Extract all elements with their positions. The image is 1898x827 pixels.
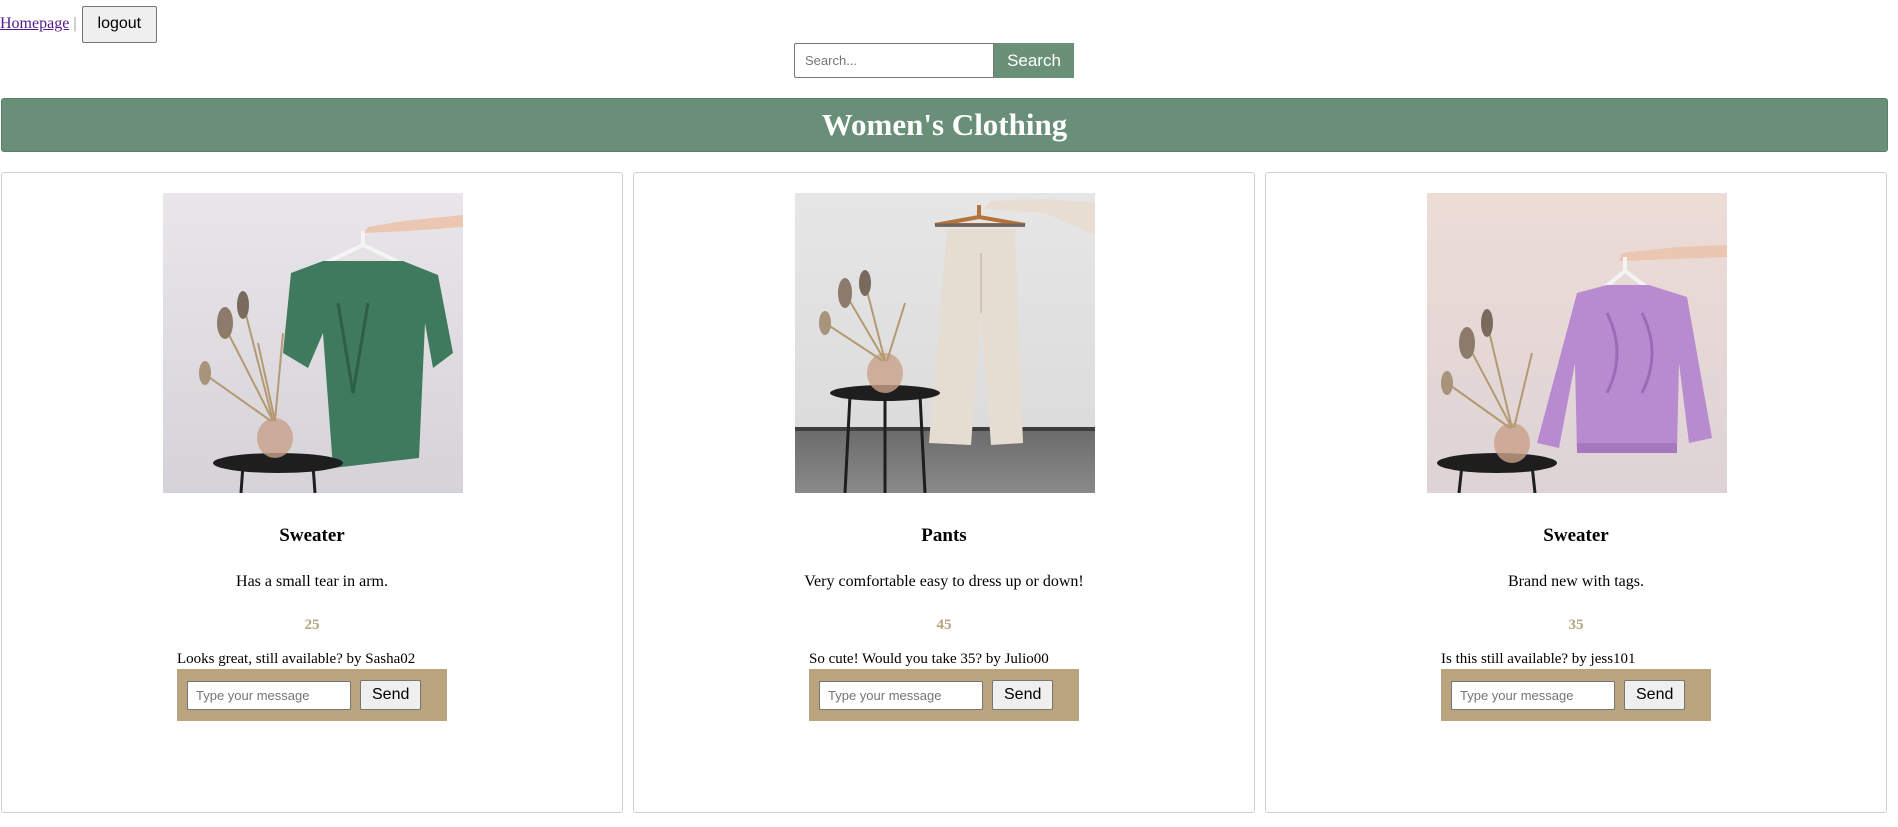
green-sweater-photo[interactable] <box>163 193 463 493</box>
search-bar: Search <box>794 43 1074 78</box>
comment-text: So cute! Would you take 35? by Julio00 <box>809 651 1049 667</box>
cream-pants-photo[interactable] <box>795 193 1095 493</box>
message-input[interactable] <box>187 680 351 710</box>
product-description: Very comfortable easy to dress up or dow… <box>804 573 1084 590</box>
lilac-sweater-photo[interactable] <box>1427 193 1727 493</box>
page-title: Women's Clothing <box>821 107 1068 142</box>
homepage-link[interactable]: Homepage <box>0 15 69 33</box>
product-price: 25 <box>304 617 320 633</box>
product-name: Pants <box>921 525 967 546</box>
product-price: 45 <box>936 617 952 633</box>
product-name: Sweater <box>1543 525 1609 546</box>
comment-text: Looks great, still available? by Sasha02 <box>177 651 416 667</box>
message-form: Send <box>809 669 1079 721</box>
product-name: Sweater <box>279 525 345 546</box>
product-description: Has a small tear in arm. <box>236 573 388 590</box>
search-input[interactable] <box>794 43 994 78</box>
product-description: Brand new with tags. <box>1508 573 1644 590</box>
comment-text: Is this still available? by jess101 <box>1441 651 1636 667</box>
send-button[interactable]: Send <box>992 680 1054 710</box>
message-form: Send <box>1441 669 1711 721</box>
product-price: 35 <box>1568 617 1584 633</box>
top-nav: Homepage | logout <box>0 5 158 43</box>
product-grid: Sweater Has a small tear in arm. 25 Look… <box>1 172 1887 813</box>
send-button[interactable]: Send <box>360 680 422 710</box>
category-banner: Women's Clothing <box>1 98 1888 152</box>
logout-button[interactable]: logout <box>81 5 158 43</box>
message-input[interactable] <box>819 680 983 710</box>
send-button[interactable]: Send <box>1624 680 1686 710</box>
message-input[interactable] <box>1451 680 1615 710</box>
product-card: Sweater Brand new with tags. 35 Is this … <box>1265 172 1887 813</box>
search-button[interactable]: Search <box>994 43 1074 78</box>
product-card: Sweater Has a small tear in arm. 25 Look… <box>1 172 623 813</box>
product-card: Pants Very comfortable easy to dress up … <box>633 172 1255 813</box>
message-form: Send <box>177 669 447 721</box>
nav-separator: | <box>73 15 77 32</box>
